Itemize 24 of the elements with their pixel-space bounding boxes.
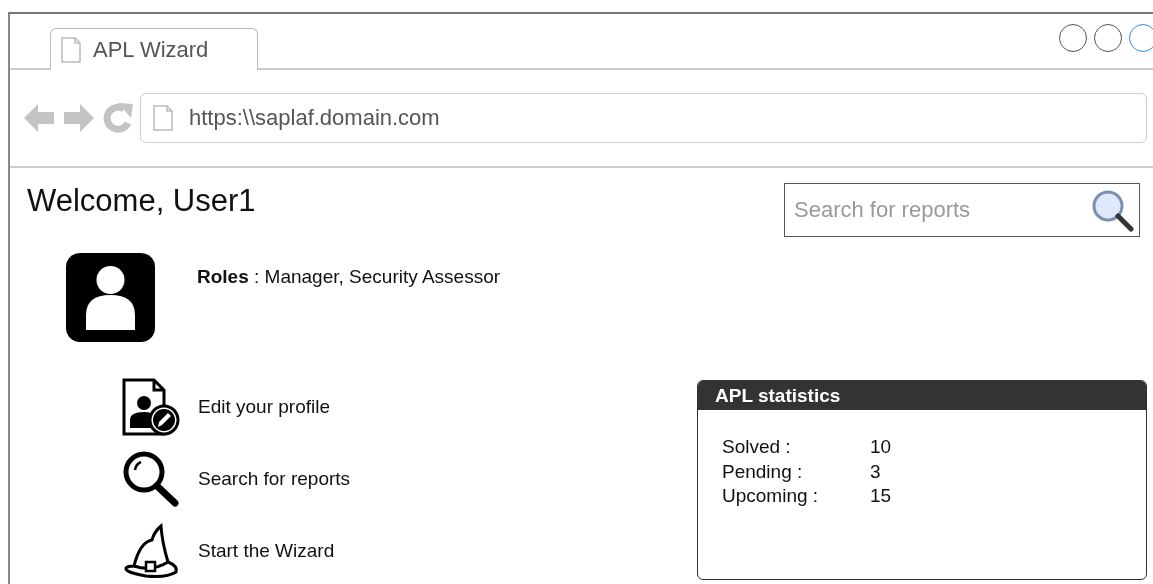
welcome-heading: Welcome, User1 bbox=[27, 183, 256, 219]
magnifier-icon bbox=[122, 450, 180, 508]
address-bar[interactable]: https:\\saplaf.domain.com bbox=[140, 93, 1147, 143]
action-link[interactable]: Start the Wizard bbox=[198, 540, 335, 562]
stat-value: 3 bbox=[870, 459, 882, 484]
stat-value: 15 bbox=[870, 484, 892, 508]
wizard-hat-icon bbox=[122, 522, 180, 580]
reload-icon[interactable] bbox=[102, 101, 134, 135]
search-field[interactable]: Search for reports bbox=[784, 183, 1140, 237]
page-icon bbox=[153, 105, 173, 131]
action-link[interactable]: Edit your profile bbox=[198, 396, 330, 418]
panel-title: APL statistics bbox=[698, 381, 1146, 410]
forward-icon[interactable] bbox=[62, 101, 96, 135]
page-icon bbox=[61, 36, 81, 63]
stat-value: 10 bbox=[870, 435, 892, 459]
stat-label: Solved : bbox=[722, 435, 792, 459]
search-icon[interactable] bbox=[1090, 188, 1134, 232]
browser-tab[interactable]: APL Wizard bbox=[50, 28, 258, 70]
avatar-icon bbox=[66, 253, 155, 342]
action-link[interactable]: Search for reports bbox=[198, 468, 351, 490]
stat-label: Upcoming : bbox=[722, 484, 820, 508]
roles-text: Roles : Manager, Security Assessor bbox=[197, 266, 501, 288]
profile-edit-icon bbox=[122, 378, 180, 436]
stat-label: Pending : bbox=[722, 459, 804, 484]
